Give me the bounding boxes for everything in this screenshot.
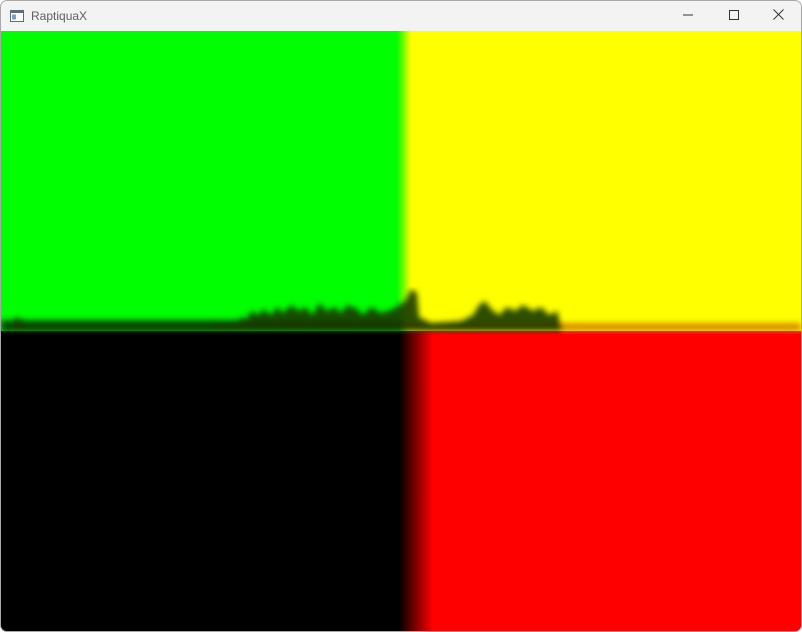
quadrant-top-left xyxy=(1,31,403,331)
render-canvas xyxy=(1,31,801,631)
window-title: RaptiquaX xyxy=(31,9,88,23)
app-window: RaptiquaX xyxy=(0,0,802,632)
seam-bottom xyxy=(399,331,433,631)
seam-top xyxy=(397,31,411,331)
close-button[interactable] xyxy=(755,1,801,31)
minimize-icon xyxy=(683,7,693,25)
window-app-icon xyxy=(10,9,24,22)
quadrant-bottom-right xyxy=(403,331,801,631)
maximize-icon xyxy=(729,7,739,25)
close-icon xyxy=(772,7,784,25)
quadrant-top-right xyxy=(403,31,801,331)
render-viewport[interactable] xyxy=(1,31,801,631)
quadrant-bottom-left xyxy=(1,331,403,631)
maximize-button[interactable] xyxy=(711,1,757,31)
minimize-button[interactable] xyxy=(665,1,711,31)
title-bar[interactable]: RaptiquaX xyxy=(1,1,801,31)
